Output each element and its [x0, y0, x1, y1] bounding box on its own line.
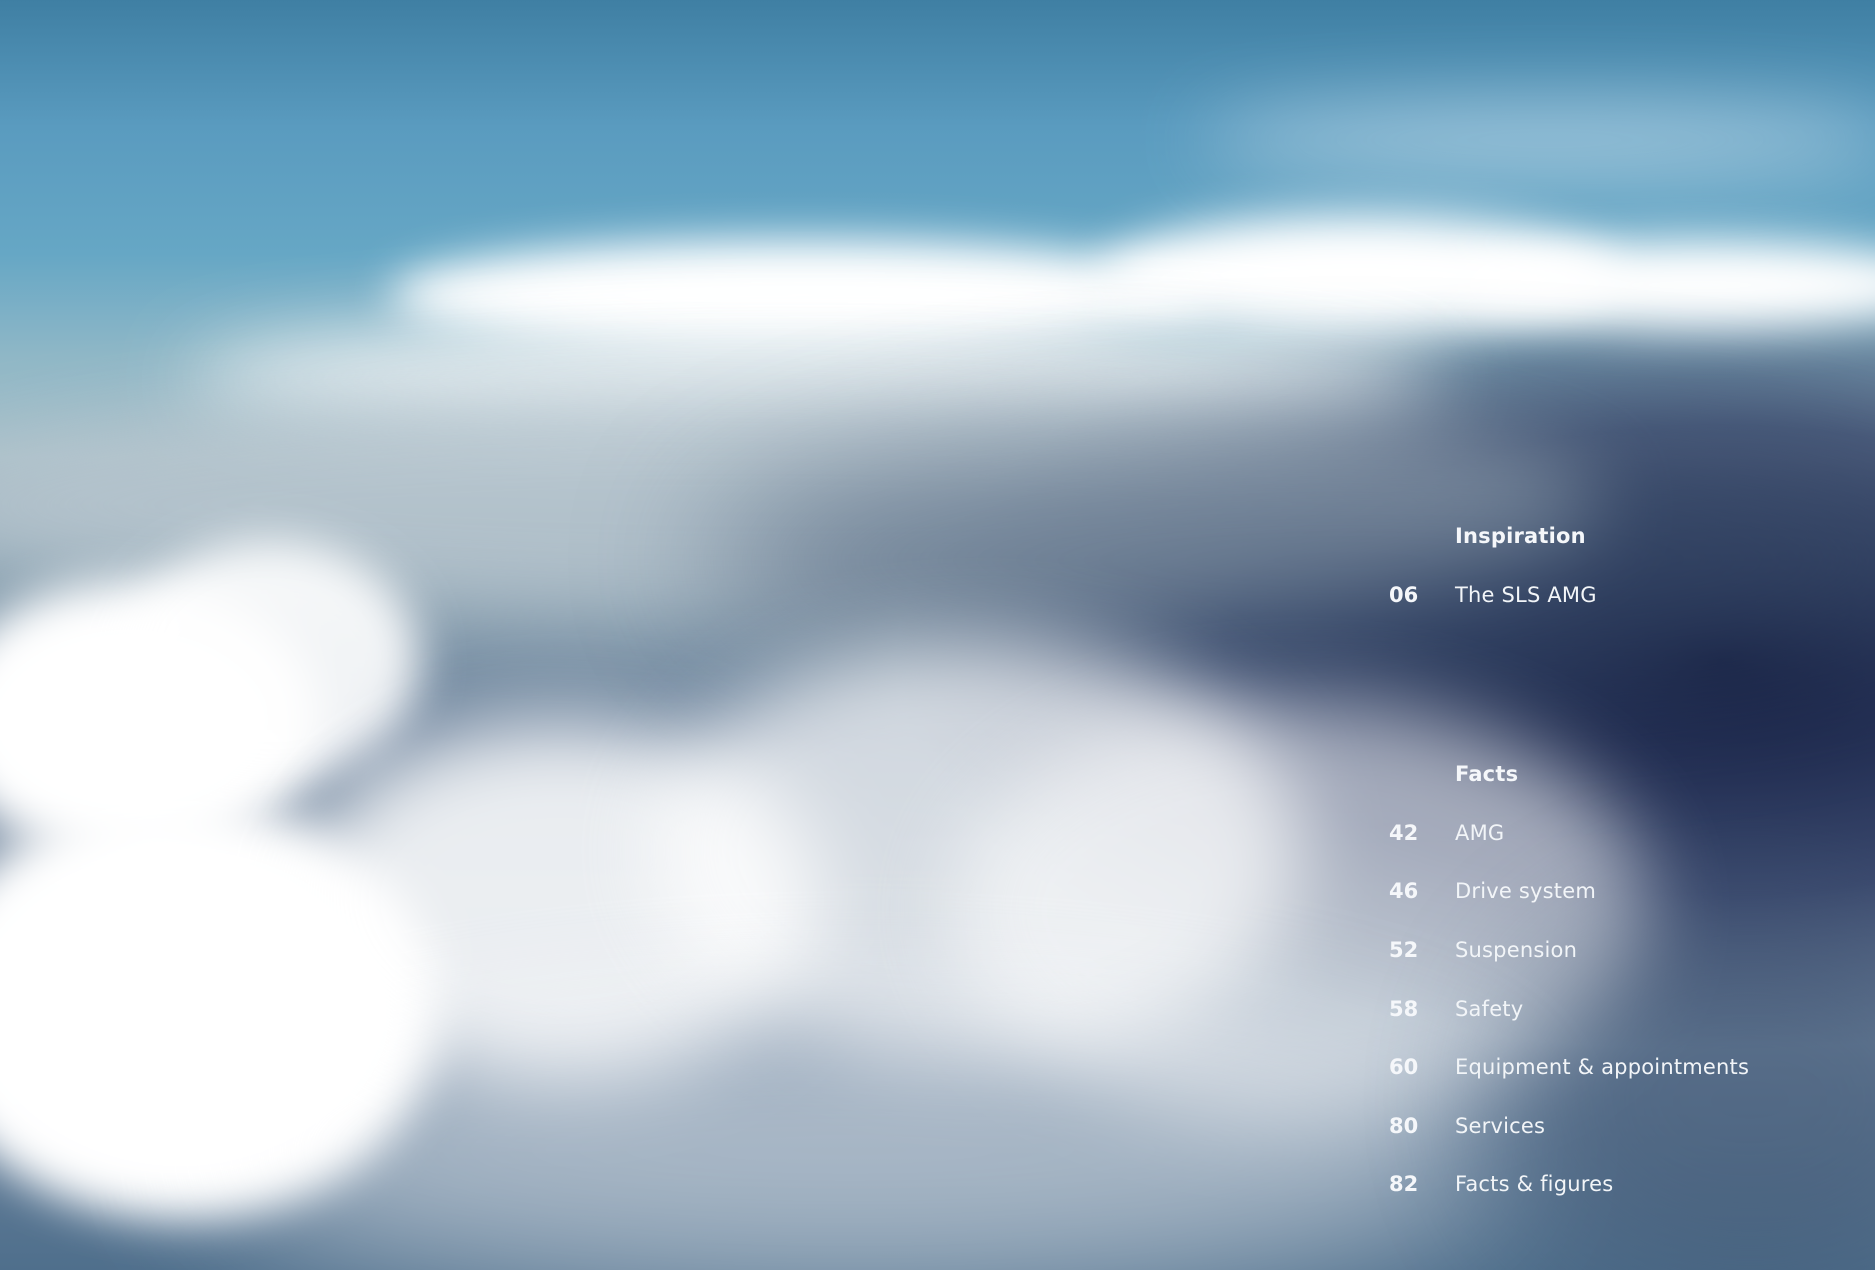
- toc-entry[interactable]: 06 The SLS AMG: [1385, 583, 1845, 613]
- section-heading-facts: Facts: [1455, 762, 1519, 786]
- toc-entry-label: AMG: [1455, 821, 1505, 845]
- toc-entry[interactable]: 46 Drive system: [1385, 879, 1845, 909]
- toc-page-number: 46: [1389, 879, 1419, 903]
- toc-page-number: 06: [1389, 583, 1419, 607]
- toc-entry[interactable]: 60 Equipment & appointments: [1385, 1055, 1845, 1085]
- toc-entry-label: Services: [1455, 1114, 1546, 1138]
- toc-page-number: 52: [1389, 938, 1419, 962]
- toc-page-number: 80: [1389, 1114, 1419, 1138]
- toc-entry-label: Drive system: [1455, 879, 1596, 903]
- section-heading-inspiration: Inspiration: [1455, 524, 1586, 548]
- toc-entry-label: The SLS AMG: [1455, 583, 1597, 607]
- toc-page-number: 42: [1389, 821, 1419, 845]
- toc-entry[interactable]: 80 Services: [1385, 1114, 1845, 1144]
- toc-entry-label: Safety: [1455, 997, 1524, 1021]
- toc-page-number: 82: [1389, 1172, 1419, 1196]
- toc-entry[interactable]: 42 AMG: [1385, 821, 1845, 851]
- toc-page-number: 58: [1389, 997, 1419, 1021]
- toc-entry[interactable]: 82 Facts & figures: [1385, 1172, 1845, 1202]
- table-of-contents: Inspiration 06 The SLS AMG Facts 42 AMG …: [1385, 0, 1845, 1270]
- toc-entry[interactable]: 52 Suspension: [1385, 938, 1845, 968]
- toc-entry-label: Equipment & appointments: [1455, 1055, 1750, 1079]
- toc-entry-label: Suspension: [1455, 938, 1578, 962]
- toc-page-number: 60: [1389, 1055, 1419, 1079]
- toc-entry[interactable]: 58 Safety: [1385, 997, 1845, 1027]
- toc-entry-label: Facts & figures: [1455, 1172, 1614, 1196]
